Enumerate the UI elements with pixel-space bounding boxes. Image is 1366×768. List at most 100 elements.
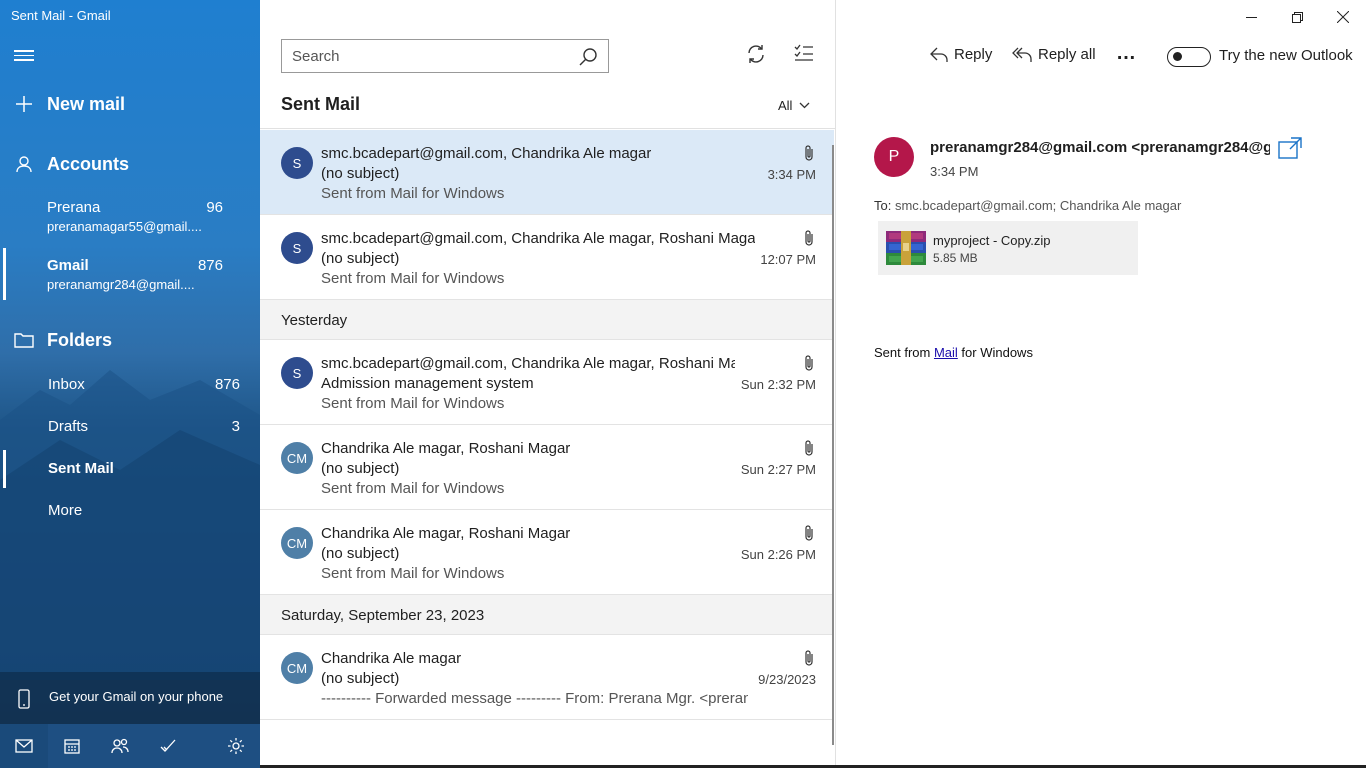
message-item[interactable]: S smc.bcadepart@gmail.com, Chandrika Ale… (260, 340, 834, 425)
accounts-header[interactable]: Accounts (0, 144, 260, 184)
todo-nav-button[interactable] (144, 724, 192, 768)
minimize-button[interactable] (1241, 7, 1261, 27)
search-box[interactable] (281, 39, 609, 73)
message-time: Sun 2:32 PM (740, 377, 816, 392)
message-preview: Sent from Mail for Windows (321, 185, 505, 202)
message-preview: ---------- Forwarded message --------- F… (321, 690, 748, 707)
more-actions-button[interactable]: … (1116, 42, 1136, 65)
checklist-icon (794, 44, 813, 61)
divider (260, 128, 836, 129)
phone-promo-link[interactable]: Get your Gmail on your phone (0, 672, 260, 724)
filter-label: All (778, 98, 793, 113)
message-preview: Sent from Mail for Windows (321, 480, 505, 497)
folder-inbox[interactable]: Inbox 876 (0, 366, 260, 406)
paperclip-icon (804, 144, 814, 167)
folder-icon (0, 332, 47, 348)
message-item[interactable]: CM Chandrika Ale magar, Roshani Magar (n… (260, 510, 834, 595)
gear-icon (228, 738, 244, 754)
attachment-name: myproject - Copy.zip (933, 233, 1051, 248)
account-name: Gmail (47, 257, 89, 274)
new-outlook-toggle[interactable] (1167, 47, 1211, 67)
account-email: preranamagar55@gmail.... (47, 219, 202, 234)
to-label: To: (874, 198, 892, 213)
list-scrollbar[interactable] (832, 145, 834, 745)
message-time: Sun 2:27 PM (740, 462, 816, 477)
reply-all-button[interactable]: Reply all (1012, 46, 1096, 63)
folder-name: Drafts (48, 418, 89, 435)
message-time: 3:34 PM (767, 167, 816, 182)
window-title: Sent Mail - Gmail (11, 8, 111, 23)
mail-icon (15, 739, 33, 753)
folder-drafts[interactable]: Drafts 3 (0, 408, 260, 448)
restore-icon (1291, 11, 1303, 23)
folders-label: Folders (47, 329, 113, 350)
message-item[interactable]: S smc.bcadepart@gmail.com, Chandrika Ale… (260, 215, 834, 300)
restore-button[interactable] (1287, 7, 1307, 27)
sync-button[interactable] (746, 44, 766, 69)
paperclip-icon (804, 354, 814, 377)
folder-name: Inbox (48, 376, 85, 393)
search-input[interactable] (292, 46, 562, 66)
message-item[interactable]: CM Chandrika Ale magar, Roshani Magar (n… (260, 425, 834, 510)
new-mail-button[interactable]: New mail (0, 84, 260, 124)
paperclip-icon (804, 439, 814, 462)
folder-name: More (48, 502, 83, 519)
calendar-nav-button[interactable] (48, 724, 96, 768)
checkmark-icon (160, 739, 176, 752)
sync-icon (748, 45, 764, 63)
filter-dropdown[interactable]: All (778, 98, 810, 113)
folders-header[interactable]: Folders (0, 320, 260, 360)
message-preview: Sent from Mail for Windows (321, 395, 505, 412)
paperclip-icon (804, 649, 814, 672)
avatar: S (281, 357, 313, 389)
hamburger-menu-button[interactable] (14, 47, 34, 63)
popout-icon[interactable] (1278, 137, 1302, 164)
new-mail-label: New mail (47, 93, 126, 114)
message-body: Sent from Mail for Windows (874, 345, 1033, 360)
search-icon[interactable] (579, 47, 598, 71)
message-subject: (no subject) (321, 670, 400, 687)
paperclip-icon (804, 524, 814, 547)
account-count: 96 (206, 199, 223, 216)
message-from: Chandrika Ale magar, Roshani Magar (321, 440, 571, 457)
avatar: CM (281, 442, 313, 474)
account-name: Prerana (47, 199, 101, 216)
recipients-line: To: smc.bcadepart@gmail.com; Chandrika A… (874, 198, 1181, 213)
avatar: S (281, 147, 313, 179)
sender-avatar: P (874, 137, 914, 177)
message-subject: (no subject) (321, 460, 400, 477)
recipients[interactable]: smc.bcadepart@gmail.com; Chandrika Ale m… (895, 198, 1181, 213)
sidebar: Sent Mail - Gmail New mail Accounts Prer… (0, 0, 260, 768)
plus-icon (0, 95, 47, 113)
folder-name: Sent Mail (48, 460, 114, 477)
people-nav-button[interactable] (96, 724, 144, 768)
sender-address[interactable]: preranamgr284@gmail.com <preranamgr284@g… (930, 139, 1270, 156)
message-time: 12:07 PM (760, 252, 816, 267)
close-button[interactable] (1333, 7, 1353, 27)
message-from: Chandrika Ale magar (321, 650, 462, 667)
attachment-card[interactable]: myproject - Copy.zip 5.85 MB (878, 221, 1138, 275)
message-item[interactable]: S smc.bcadepart@gmail.com, Chandrika Ale… (260, 130, 834, 215)
mail-nav-button[interactable] (0, 724, 48, 768)
message-subject: (no subject) (321, 165, 400, 182)
message-from: smc.bcadepart@gmail.com, Chandrika Ale m… (321, 230, 755, 247)
reply-label: Reply (954, 46, 993, 63)
message-subject: (no subject) (321, 545, 400, 562)
message-from: Chandrika Ale magar, Roshani Magar (321, 525, 571, 542)
zip-archive-icon (886, 231, 926, 270)
reading-pane: Reply Reply all … Try the new Outlook P … (837, 0, 1366, 768)
account-prerana[interactable]: Prerana 96 preranamagar55@gmail.... (0, 199, 260, 249)
reply-all-icon (1012, 47, 1032, 62)
account-gmail[interactable]: Gmail 876 preranamgr284@gmail.... (0, 257, 260, 307)
reply-button[interactable]: Reply (930, 46, 992, 63)
message-item[interactable]: CM Chandrika Ale magar (no subject) ----… (260, 635, 834, 720)
folder-sent-mail[interactable]: Sent Mail (0, 450, 260, 490)
phone-icon (18, 689, 30, 714)
folder-more[interactable]: More (0, 492, 260, 532)
mail-link[interactable]: Mail (934, 345, 958, 360)
close-icon (1337, 11, 1349, 23)
selection-mode-button[interactable] (794, 44, 814, 67)
settings-nav-button[interactable] (212, 724, 260, 768)
reply-all-label: Reply all (1038, 46, 1096, 63)
reply-icon (930, 47, 948, 62)
